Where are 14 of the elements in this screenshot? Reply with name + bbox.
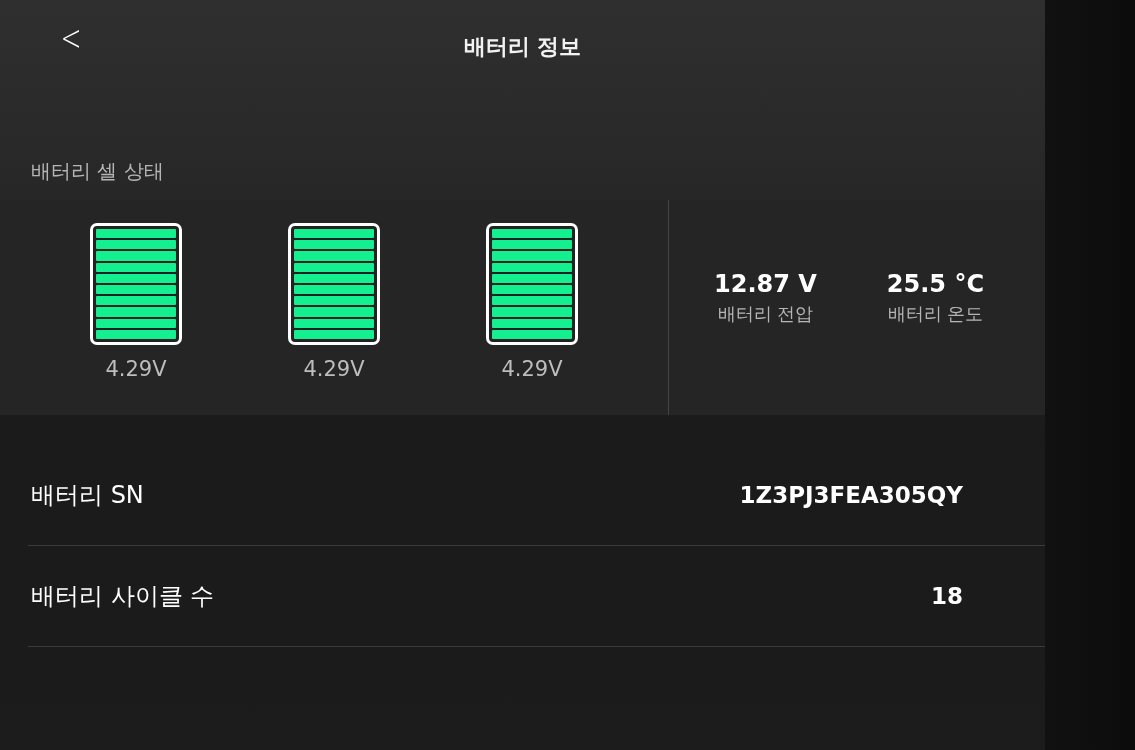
cell-voltage: 4.29V bbox=[303, 357, 365, 381]
row-label: 배터리 사이클 수 bbox=[31, 581, 215, 612]
back-button[interactable]: < bbox=[56, 18, 86, 58]
row-value: 1Z3PJ3FEA305QY bbox=[739, 482, 963, 508]
section-label: 배터리 셀 상태 bbox=[31, 158, 165, 185]
cell-voltage: 4.29V bbox=[105, 357, 167, 381]
page-title: 배터리 정보 bbox=[463, 33, 582, 61]
stat-value: 12.87 V bbox=[714, 270, 817, 298]
cell-voltage: 4.29V bbox=[501, 357, 563, 381]
stat-label: 배터리 온도 bbox=[887, 302, 984, 326]
stat-label: 배터리 전압 bbox=[717, 302, 814, 326]
row-value: 18 bbox=[931, 583, 963, 609]
row-label: 배터리 SN bbox=[31, 480, 144, 511]
stat-value: 25.5 °C bbox=[886, 270, 985, 298]
